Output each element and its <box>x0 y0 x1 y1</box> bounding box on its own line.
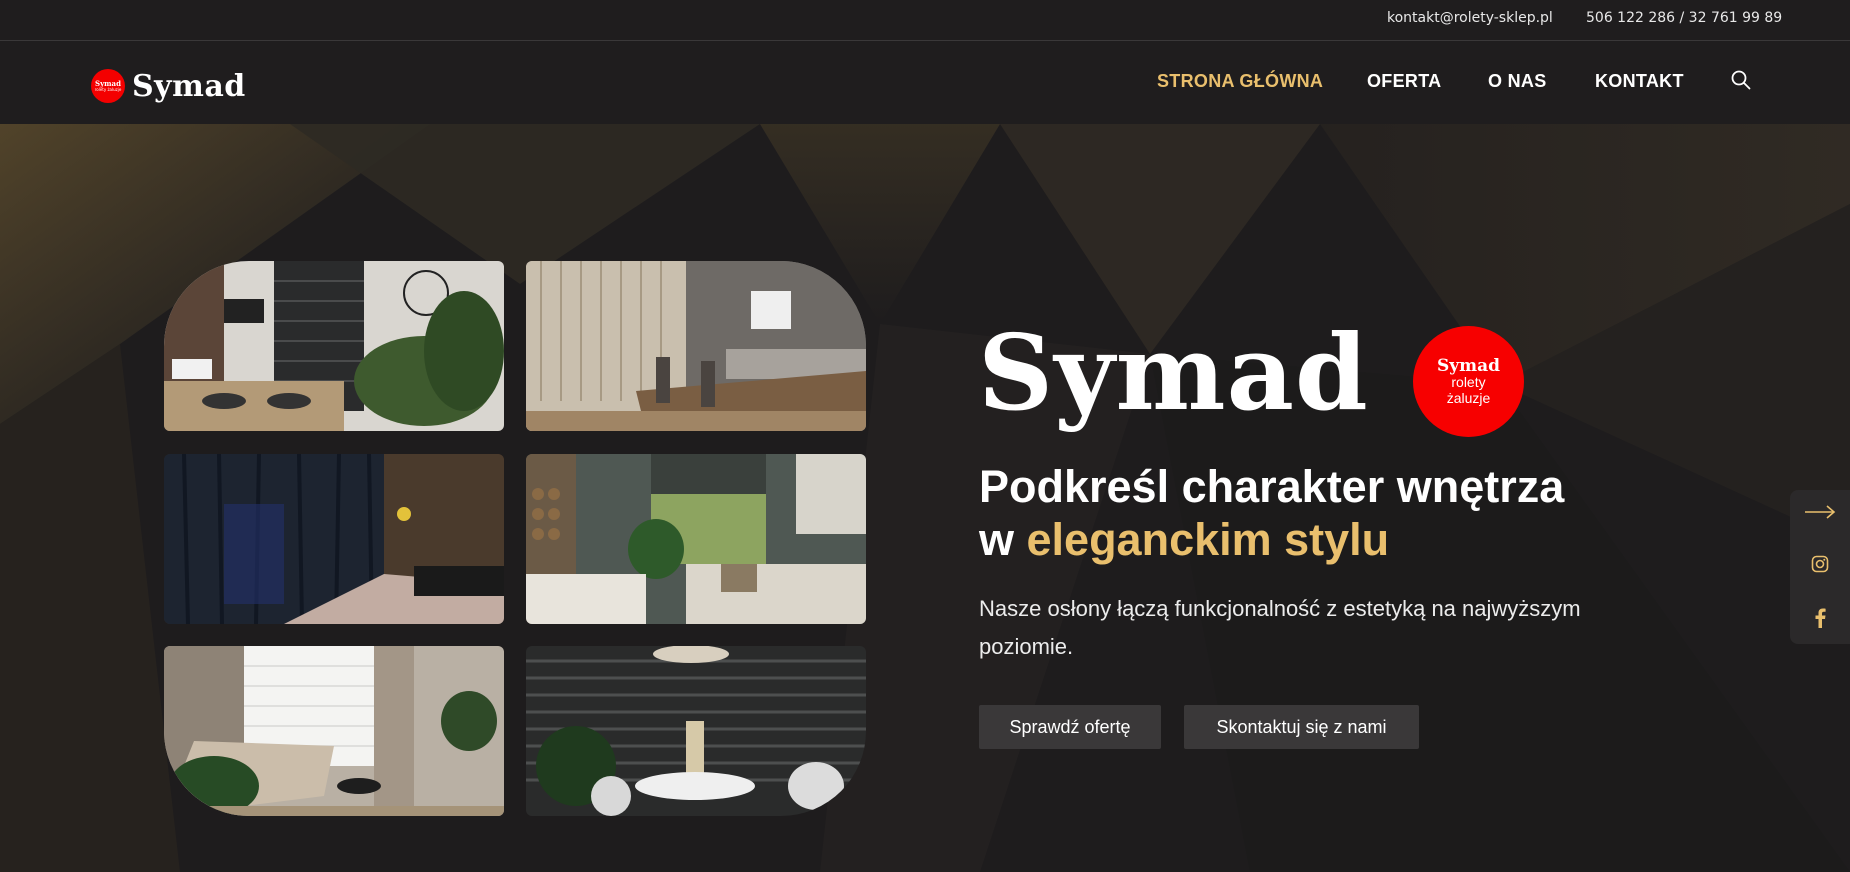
bedroom-curtains-photo <box>164 454 504 624</box>
main-navigation: Symad rolety żaluzje Symad STRONA GŁÓWNA… <box>0 41 1850 124</box>
facebook-icon <box>1815 608 1826 628</box>
side-toggle-button[interactable] <box>1790 492 1850 532</box>
facebook-link[interactable] <box>1790 598 1850 638</box>
logo-badge: Symad rolety żaluzje <box>91 69 125 103</box>
hero-headline-accent: eleganckim stylu <box>1026 514 1390 565</box>
nav-item-home[interactable]: STRONA GŁÓWNA <box>1157 71 1323 92</box>
contact-phone-link[interactable]: 506 122 286 / 32 761 99 89 <box>1586 10 1782 26</box>
hero-section: Symad Symad rolety żaluzje Podkreśl char… <box>0 124 1850 872</box>
living-room-pleated-blinds-photo <box>164 646 504 816</box>
gallery-photo-5[interactable] <box>164 646 504 816</box>
dining-room-venetian-blinds-photo <box>526 646 866 816</box>
arrow-right-icon <box>1805 505 1836 519</box>
contact-us-button[interactable]: Skontaktuj się z nami <box>1184 705 1419 749</box>
nav-item-offer[interactable]: OFERTA <box>1367 71 1441 92</box>
check-offer-button[interactable]: Sprawdź ofertę <box>979 705 1161 749</box>
dining-room-blinds-photo <box>164 261 504 431</box>
hero-headline-line2: w eleganckim stylu <box>979 513 1564 566</box>
hero-badge-line2: rolety <box>1451 374 1486 391</box>
hero-brand-title: Symad <box>978 311 1369 434</box>
search-icon[interactable] <box>1730 69 1752 91</box>
gallery-photo-1[interactable] <box>164 261 504 431</box>
logo-badge-name: Symad <box>95 79 121 88</box>
hero-headline-prefix: w <box>979 514 1027 565</box>
nav-item-about[interactable]: O NAS <box>1488 71 1547 92</box>
social-side-bar <box>1790 490 1850 644</box>
instagram-icon <box>1811 555 1829 573</box>
contact-email-link[interactable]: kontakt@rolety-sklep.pl <box>1387 10 1553 26</box>
top-contact-bar: kontakt@rolety-sklep.pl 506 122 286 / 32… <box>0 0 1850 41</box>
hero-brand-badge: Symad rolety żaluzje <box>1413 326 1524 437</box>
logo-wordmark: Symad <box>132 68 246 104</box>
gallery-photo-4[interactable] <box>526 454 866 624</box>
office-vertical-blinds-photo <box>526 261 866 431</box>
gallery-photo-6[interactable] <box>526 646 866 816</box>
hero-headline-line1: Podkreśl charakter wnętrza <box>979 461 1565 512</box>
nav-item-contact[interactable]: KONTAKT <box>1595 71 1684 92</box>
instagram-link[interactable] <box>1790 544 1850 584</box>
logo-badge-tagline: rolety żaluzje <box>94 87 122 92</box>
hero-badge-name: Symad <box>1436 355 1501 376</box>
hero-lead-text: Nasze osłony łączą funkcjonalność z este… <box>979 596 1581 659</box>
gallery-photo-2[interactable] <box>526 261 866 431</box>
hero-badge-line3: żaluzje <box>1446 389 1491 406</box>
hero-headline: Podkreśl charakter wnętrza w eleganckim … <box>979 460 1564 566</box>
site-logo[interactable]: Symad rolety żaluzje Symad <box>91 68 246 104</box>
living-room-roman-blind-photo <box>526 454 866 624</box>
gallery-photo-3[interactable] <box>164 454 504 624</box>
